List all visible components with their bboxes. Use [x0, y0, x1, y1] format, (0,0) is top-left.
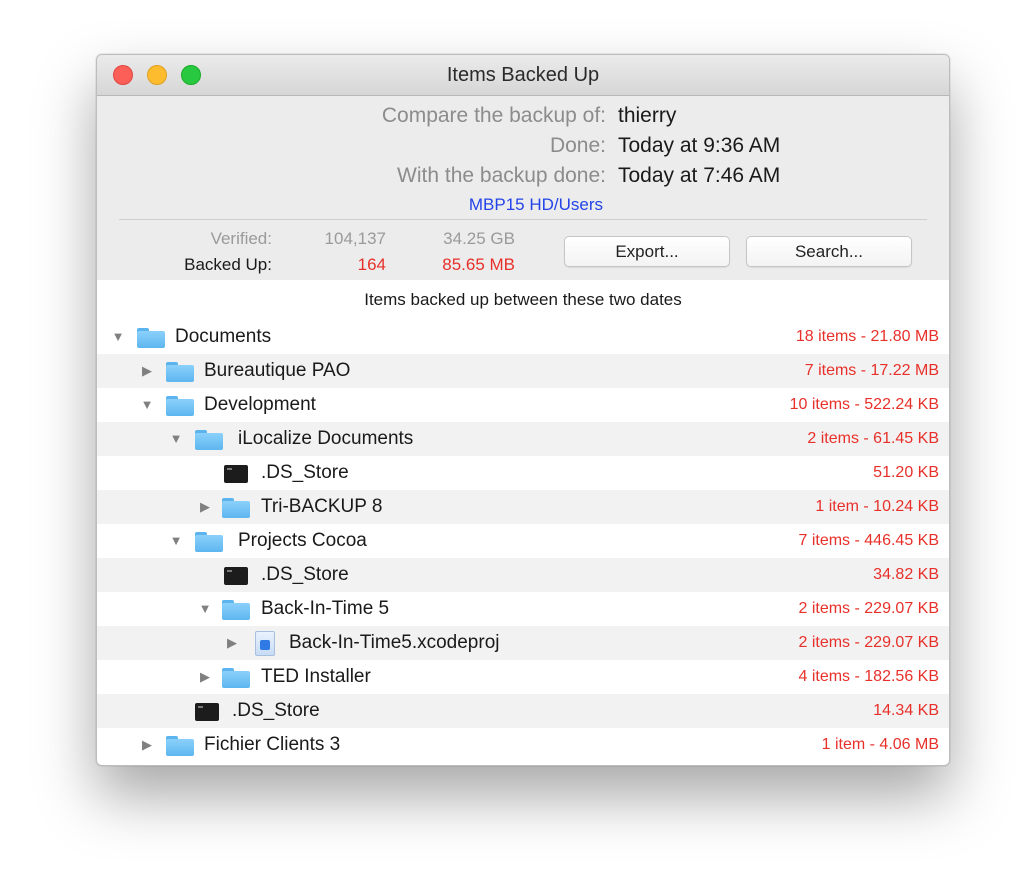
item-size: 4 items - 182.56 KB — [798, 668, 939, 685]
list-caption: Items backed up between these two dates — [97, 280, 949, 321]
with-backup-value: Today at 7:46 AM — [618, 164, 781, 187]
tree-row[interactable]: ▶ Bureautique PAO 7 items - 17.22 MB — [97, 354, 949, 388]
item-size: 2 items - 229.07 KB — [798, 634, 939, 651]
folder-icon — [222, 600, 250, 620]
backed-up-label: Backed Up: — [184, 255, 272, 274]
folder-icon — [166, 736, 194, 756]
item-size: 1 item - 4.06 MB — [821, 736, 939, 753]
item-size: 18 items - 21.80 MB — [795, 328, 939, 345]
item-size: 7 items - 446.45 KB — [798, 532, 939, 549]
folder-icon — [195, 532, 223, 552]
tree-row[interactable]: ▶ Tri-BACKUP 8 1 item - 10.24 KB — [97, 490, 949, 524]
item-size: 34.82 KB — [873, 566, 939, 583]
folder-icon — [137, 328, 165, 348]
item-name: Bureautique PAO — [204, 360, 351, 381]
disclosure-expanded-icon[interactable]: ▼ — [139, 388, 155, 422]
volume-path-link[interactable]: MBP15 HD/Users — [469, 195, 603, 215]
tree-row[interactable]: ▶ TED Installer 4 items - 182.56 KB — [97, 660, 949, 694]
verified-count: 104,137 — [324, 229, 386, 248]
folder-icon — [166, 362, 194, 382]
terminal-file-icon — [224, 465, 248, 483]
compare-label: Compare the backup of: — [381, 104, 606, 127]
tree-row[interactable]: ▼ Back-In-Time 5 2 items - 229.07 KB — [97, 592, 949, 626]
tree-row[interactable]: .DS_Store 34.82 KB — [97, 558, 949, 592]
backed-up-size: 85.65 MB — [442, 255, 515, 274]
disclosure-expanded-icon[interactable]: ▼ — [168, 524, 184, 558]
terminal-file-icon — [195, 703, 219, 721]
export-button[interactable]: Export... — [564, 236, 730, 267]
verified-size: 34.25 GB — [443, 229, 515, 248]
item-name: Development — [204, 394, 316, 415]
item-size: 51.20 KB — [873, 464, 939, 481]
done-value: Today at 9:36 AM — [618, 134, 781, 157]
backup-summary-header: Compare the backup of: thierry Done: Tod… — [97, 96, 949, 280]
disclosure-collapsed-icon[interactable]: ▶ — [224, 626, 240, 660]
tree-row[interactable]: ▶ Back-In-Time5.xcodeproj 2 items - 229.… — [97, 626, 949, 660]
folder-icon — [222, 668, 250, 688]
item-name: Back-In-Time5.xcodeproj — [289, 632, 500, 653]
item-name: Fichier Clients 3 — [204, 734, 341, 755]
tree-row[interactable]: ▼ iLocalize Documents 2 items - 61.45 KB — [97, 422, 949, 456]
tree-row[interactable]: .DS_Store 14.34 KB — [97, 694, 949, 728]
item-size: 2 items - 229.07 KB — [798, 600, 939, 617]
item-name: .DS_Store — [232, 700, 320, 721]
disclosure-expanded-icon[interactable]: ▼ — [168, 422, 184, 456]
header-divider — [119, 219, 927, 220]
with-backup-label: With the backup done: — [397, 164, 606, 187]
item-size: 10 items - 522.24 KB — [789, 396, 939, 413]
item-name: Documents — [175, 326, 272, 347]
search-button[interactable]: Search... — [746, 236, 912, 267]
disclosure-expanded-icon[interactable]: ▼ — [110, 320, 126, 354]
folder-icon — [222, 498, 250, 518]
folder-icon — [166, 396, 194, 416]
disclosure-collapsed-icon[interactable]: ▶ — [197, 490, 213, 524]
item-name: Back-In-Time 5 — [261, 598, 390, 619]
item-name: Tri-BACKUP 8 — [261, 496, 383, 517]
item-size: 14.34 KB — [873, 702, 939, 719]
backed-up-count: 164 — [357, 255, 386, 274]
tree-row[interactable]: ▼ Development 10 items - 522.24 KB — [97, 388, 949, 422]
tree-row[interactable]: ▼ Documents 18 items - 21.80 MB — [97, 320, 949, 354]
item-name: .DS_Store — [261, 564, 349, 585]
disclosure-collapsed-icon[interactable]: ▶ — [197, 660, 213, 694]
folder-icon — [195, 430, 223, 450]
item-size: 2 items - 61.45 KB — [807, 430, 939, 447]
item-name: Projects Cocoa — [238, 530, 367, 551]
disclosure-collapsed-icon[interactable]: ▶ — [139, 728, 155, 762]
done-label: Done: — [549, 134, 606, 157]
disclosure-expanded-icon[interactable]: ▼ — [197, 592, 213, 626]
compare-value: thierry — [618, 104, 677, 127]
item-size: 7 items - 17.22 MB — [804, 362, 939, 379]
tree-row[interactable]: ▶ Fichier Clients 3 1 item - 4.06 MB — [97, 728, 949, 762]
tree-row[interactable]: .DS_Store 51.20 KB — [97, 456, 949, 490]
item-name: TED Installer — [261, 666, 371, 687]
item-name: iLocalize Documents — [238, 428, 414, 449]
window-title: Items Backed Up — [446, 64, 600, 86]
backed-up-items-tree: ▼ Documents 18 items - 21.80 MB ▶ Bureau… — [97, 320, 949, 765]
item-name: .DS_Store — [261, 462, 349, 483]
verified-label: Verified: — [210, 229, 272, 248]
xcode-project-icon — [255, 631, 275, 656]
item-size: 1 item - 10.24 KB — [815, 498, 939, 515]
disclosure-collapsed-icon[interactable]: ▶ — [139, 354, 155, 388]
tree-row[interactable]: ▼ Projects Cocoa 7 items - 446.45 KB — [97, 524, 949, 558]
backup-window: Items Backed Up Compare the backup of: t… — [96, 54, 950, 766]
title-bar[interactable]: Items Backed Up — [97, 55, 949, 96]
terminal-file-icon — [224, 567, 248, 585]
